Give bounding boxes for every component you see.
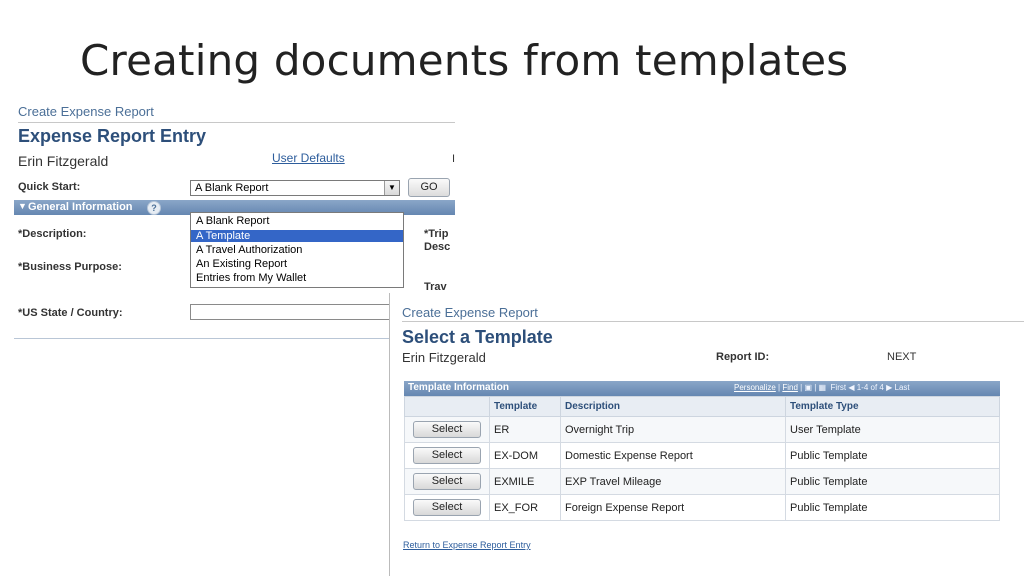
- column-header-template: Template: [489, 396, 561, 417]
- template-type: Public Template: [785, 468, 1000, 495]
- quick-start-label: Quick Start:: [18, 181, 81, 193]
- table-row: Select EX_FOR Foreign Expense Report Pub…: [404, 494, 1000, 521]
- report-id-value: NEXT: [887, 351, 917, 363]
- trip-label-continued: Desc: [424, 241, 451, 253]
- quick-start-dropdown[interactable]: A Blank Report A Template A Travel Autho…: [190, 212, 404, 288]
- page-title: Expense Report Entry: [18, 126, 207, 146]
- range-label: 1-4 of 4: [856, 383, 884, 392]
- truncated-label: I: [452, 153, 456, 165]
- report-id-label: Report ID:: [716, 351, 770, 363]
- grid-header: Template Information Personalize | Find …: [404, 381, 1000, 396]
- section-title: General Information: [28, 201, 133, 213]
- section-bottom-rule: [14, 338, 394, 339]
- column-header-template-type: Template Type: [785, 396, 1000, 417]
- select-column-header: [404, 396, 490, 417]
- breadcrumb-divider: [402, 321, 1024, 322]
- table-header-row: Template Description Template Type: [404, 396, 1000, 417]
- view-all-icon[interactable]: ▣: [804, 383, 812, 392]
- select-button[interactable]: Select: [413, 473, 481, 490]
- select-button[interactable]: Select: [413, 421, 481, 438]
- first-label[interactable]: First: [831, 383, 847, 392]
- template-code: EX_FOR: [489, 494, 561, 521]
- table-row: Select EX-DOM Domestic Expense Report Pu…: [404, 442, 1000, 469]
- table-row: Select ER Overnight Trip User Template: [404, 416, 1000, 443]
- chevron-down-icon[interactable]: ▼: [384, 181, 399, 195]
- template-type: User Template: [785, 416, 1000, 443]
- find-link[interactable]: Find: [782, 383, 798, 392]
- travel-label: Trav: [424, 281, 447, 293]
- breadcrumb[interactable]: Create Expense Report: [18, 104, 154, 119]
- expense-report-entry-panel: Create Expense Report Expense Report Ent…: [0, 100, 455, 345]
- template-grid: Template Information Personalize | Find …: [404, 381, 1000, 521]
- download-icon[interactable]: ▦: [819, 383, 827, 392]
- dropdown-option-template[interactable]: A Template: [191, 230, 403, 242]
- template-table: Template Description Template Type Selec…: [404, 396, 1000, 521]
- help-icon[interactable]: ?: [147, 201, 161, 215]
- last-label[interactable]: Last: [895, 383, 910, 392]
- collapse-triangle-icon[interactable]: ▼: [18, 201, 27, 211]
- select-button[interactable]: Select: [413, 499, 481, 516]
- template-code: EX-DOM: [489, 442, 561, 469]
- template-code: EXMILE: [489, 468, 561, 495]
- user-defaults-link[interactable]: User Defaults: [272, 151, 345, 165]
- user-name: Erin Fitzgerald: [18, 153, 109, 169]
- template-type: Public Template: [785, 494, 1000, 521]
- select-button[interactable]: Select: [413, 447, 481, 464]
- template-type: Public Template: [785, 442, 1000, 469]
- grid-toolbar: Personalize | Find | ▣ | ▦ First ◀ 1-4 o…: [734, 383, 910, 392]
- personalize-link[interactable]: Personalize: [734, 383, 776, 392]
- column-header-description: Description: [560, 396, 786, 417]
- dropdown-option-blank-report[interactable]: A Blank Report: [191, 215, 403, 227]
- template-description: Domestic Expense Report: [560, 442, 786, 469]
- quick-start-value: A Blank Report: [195, 182, 269, 194]
- breadcrumb[interactable]: Create Expense Report: [402, 305, 538, 320]
- page-title: Select a Template: [402, 327, 553, 347]
- select-template-panel: Create Expense Report Select a Template …: [389, 293, 1024, 576]
- us-state-input[interactable]: [190, 304, 390, 320]
- return-to-entry-link[interactable]: Return to Expense Report Entry: [403, 540, 531, 550]
- table-row: Select EXMILE EXP Travel Mileage Public …: [404, 468, 1000, 495]
- template-code: ER: [489, 416, 561, 443]
- description-label: *Description:: [18, 228, 87, 240]
- us-state-label: *US State / Country:: [18, 307, 123, 319]
- breadcrumb-divider: [18, 122, 455, 123]
- slide-title: Creating documents from templates: [80, 36, 849, 85]
- dropdown-option-wallet-entries[interactable]: Entries from My Wallet: [191, 272, 403, 284]
- template-description: Overnight Trip: [560, 416, 786, 443]
- next-icon[interactable]: ▶: [886, 383, 892, 392]
- grid-title: Template Information: [408, 382, 509, 393]
- trip-label: *Trip: [424, 228, 449, 240]
- prev-icon[interactable]: ◀: [848, 383, 854, 392]
- go-button[interactable]: GO: [408, 178, 450, 197]
- template-description: EXP Travel Mileage: [560, 468, 786, 495]
- dropdown-option-travel-authorization[interactable]: A Travel Authorization: [191, 244, 403, 256]
- template-description: Foreign Expense Report: [560, 494, 786, 521]
- business-purpose-label: *Business Purpose:: [18, 261, 122, 273]
- quick-start-select[interactable]: A Blank Report ▼: [190, 180, 400, 196]
- user-name: Erin Fitzgerald: [402, 350, 486, 365]
- dropdown-option-existing-report[interactable]: An Existing Report: [191, 258, 403, 270]
